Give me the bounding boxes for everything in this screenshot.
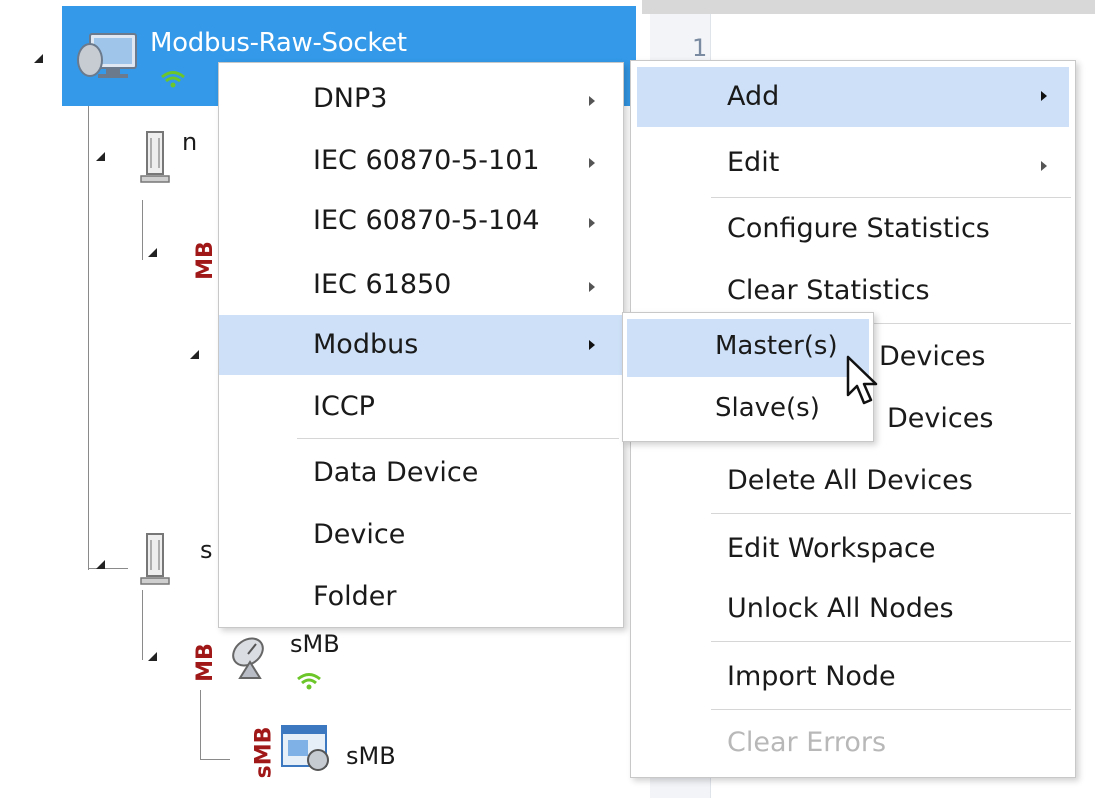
menu-item-add[interactable]: Add (637, 67, 1069, 127)
menu-item-import-node[interactable]: Import Node (631, 647, 1075, 707)
menu-item-label: Slave(s) (715, 393, 820, 423)
menu-item-folder[interactable]: Folder (219, 567, 623, 627)
submenu-arrow-icon (1041, 91, 1047, 101)
menu-separator (711, 197, 1071, 198)
menu-item-clear-errors[interactable]: Clear Errors (631, 713, 1075, 773)
tree-line (142, 590, 143, 660)
submenu-arrow-icon (589, 158, 595, 168)
mb-tag: MB (192, 241, 218, 280)
menu-item-label: Devices (879, 341, 986, 372)
collapse-expander-icon[interactable] (190, 350, 199, 359)
tree-node-label: n (182, 128, 198, 156)
menu-separator (711, 709, 1071, 710)
menu-item-dnp3[interactable]: DNP3 (219, 69, 623, 129)
tree-line (142, 200, 143, 260)
menu-item-masters[interactable]: Master(s) (627, 319, 869, 377)
tree-line (88, 100, 89, 570)
collapse-expander-icon[interactable] (96, 560, 105, 569)
menu-item-label: Unlock All Nodes (727, 593, 954, 624)
menu-item-label: Device (313, 519, 406, 550)
menu-item-label: IEC 60870-5-104 (313, 205, 540, 236)
menu-separator (711, 641, 1071, 642)
tree-line (200, 759, 230, 760)
menu-item-label: ICCP (313, 391, 375, 422)
menu-item-label: Master(s) (715, 331, 838, 361)
mb-tag: MB (192, 643, 218, 682)
window-device-icon (281, 725, 329, 771)
menu-item-label: Import Node (727, 661, 896, 692)
wifi-connected-icon (161, 71, 185, 88)
tree-node-label: sMB (346, 742, 396, 770)
collapse-expander-icon[interactable] (148, 652, 157, 661)
menu-item-iec-61850[interactable]: IEC 61850 (219, 255, 623, 315)
menu-item-data-device[interactable]: Data Device (219, 443, 623, 503)
menu-item-iec-60870-5-104[interactable]: IEC 60870-5-104 (219, 193, 623, 253)
tree-line (88, 568, 128, 569)
line-number: 1 (692, 34, 708, 62)
menu-item-label: Edit (727, 147, 780, 178)
smb-tag: sMB (251, 726, 277, 779)
root-node-label: Modbus-Raw-Socket (150, 28, 407, 58)
menu-item-edit-workspace[interactable]: Edit Workspace (631, 519, 1075, 579)
submenu-arrow-icon (589, 218, 595, 228)
menu-item-label: Configure Statistics (727, 213, 990, 244)
submenu-arrow-icon (589, 340, 595, 350)
menu-separator (297, 438, 619, 439)
menu-separator (711, 513, 1071, 514)
satellite-dish-icon (232, 637, 264, 679)
menu-item-slaves[interactable]: Slave(s) (623, 381, 873, 439)
menu-item-label: Edit Workspace (727, 533, 936, 564)
menu-item-iccp[interactable]: ICCP (219, 377, 623, 437)
menu-item-iec-60870-5-101[interactable]: IEC 60870-5-101 (219, 131, 623, 191)
menu-item-label: Modbus (313, 329, 419, 360)
submenu-arrow-icon (1041, 161, 1047, 171)
menu-item-configure-statistics[interactable]: Configure Statistics (631, 201, 1075, 261)
menu-item-label: Data Device (313, 457, 479, 488)
menu-item-label: Clear Statistics (727, 275, 930, 306)
server-tower-icon (140, 131, 170, 183)
menu-item-label: Clear Errors (727, 727, 887, 758)
server-tower-icon (140, 533, 170, 585)
tree-node-label: sMB (290, 630, 340, 658)
computer-network-icon (77, 33, 137, 78)
menu-item-label: Add (727, 81, 780, 112)
menu-item-label: IEC 60870-5-101 (313, 145, 540, 176)
collapse-expander-icon[interactable] (34, 54, 43, 63)
menu-item-label: IEC 61850 (313, 269, 452, 300)
menu-item-edit[interactable]: Edit (631, 133, 1075, 193)
tree-line (200, 690, 201, 760)
wifi-connected-icon (297, 673, 321, 690)
menu-item-label: DNP3 (313, 83, 388, 114)
menu-item-label: Folder (313, 581, 397, 612)
mouse-pointer-icon (846, 355, 878, 405)
menu-item-label: Devices (887, 403, 994, 434)
menu-item-label: Delete All Devices (727, 465, 973, 496)
modbus-submenu: Master(s) Slave(s) (622, 312, 874, 442)
protocol-menu: DNP3 IEC 60870-5-101 IEC 60870-5-104 IEC… (218, 62, 624, 628)
menu-item-device[interactable]: Device (219, 505, 623, 565)
tree-node-label: s (200, 536, 213, 564)
submenu-arrow-icon (589, 282, 595, 292)
menu-item-unlock-all-nodes[interactable]: Unlock All Nodes (631, 581, 1075, 641)
collapse-expander-icon[interactable] (96, 152, 105, 161)
menu-item-delete-all-devices[interactable]: Delete All Devices (631, 451, 1075, 511)
menu-item-modbus[interactable]: Modbus (219, 315, 623, 375)
submenu-arrow-icon (589, 96, 595, 106)
collapse-expander-icon[interactable] (148, 248, 157, 257)
editor-tab-strip (642, 0, 1095, 14)
